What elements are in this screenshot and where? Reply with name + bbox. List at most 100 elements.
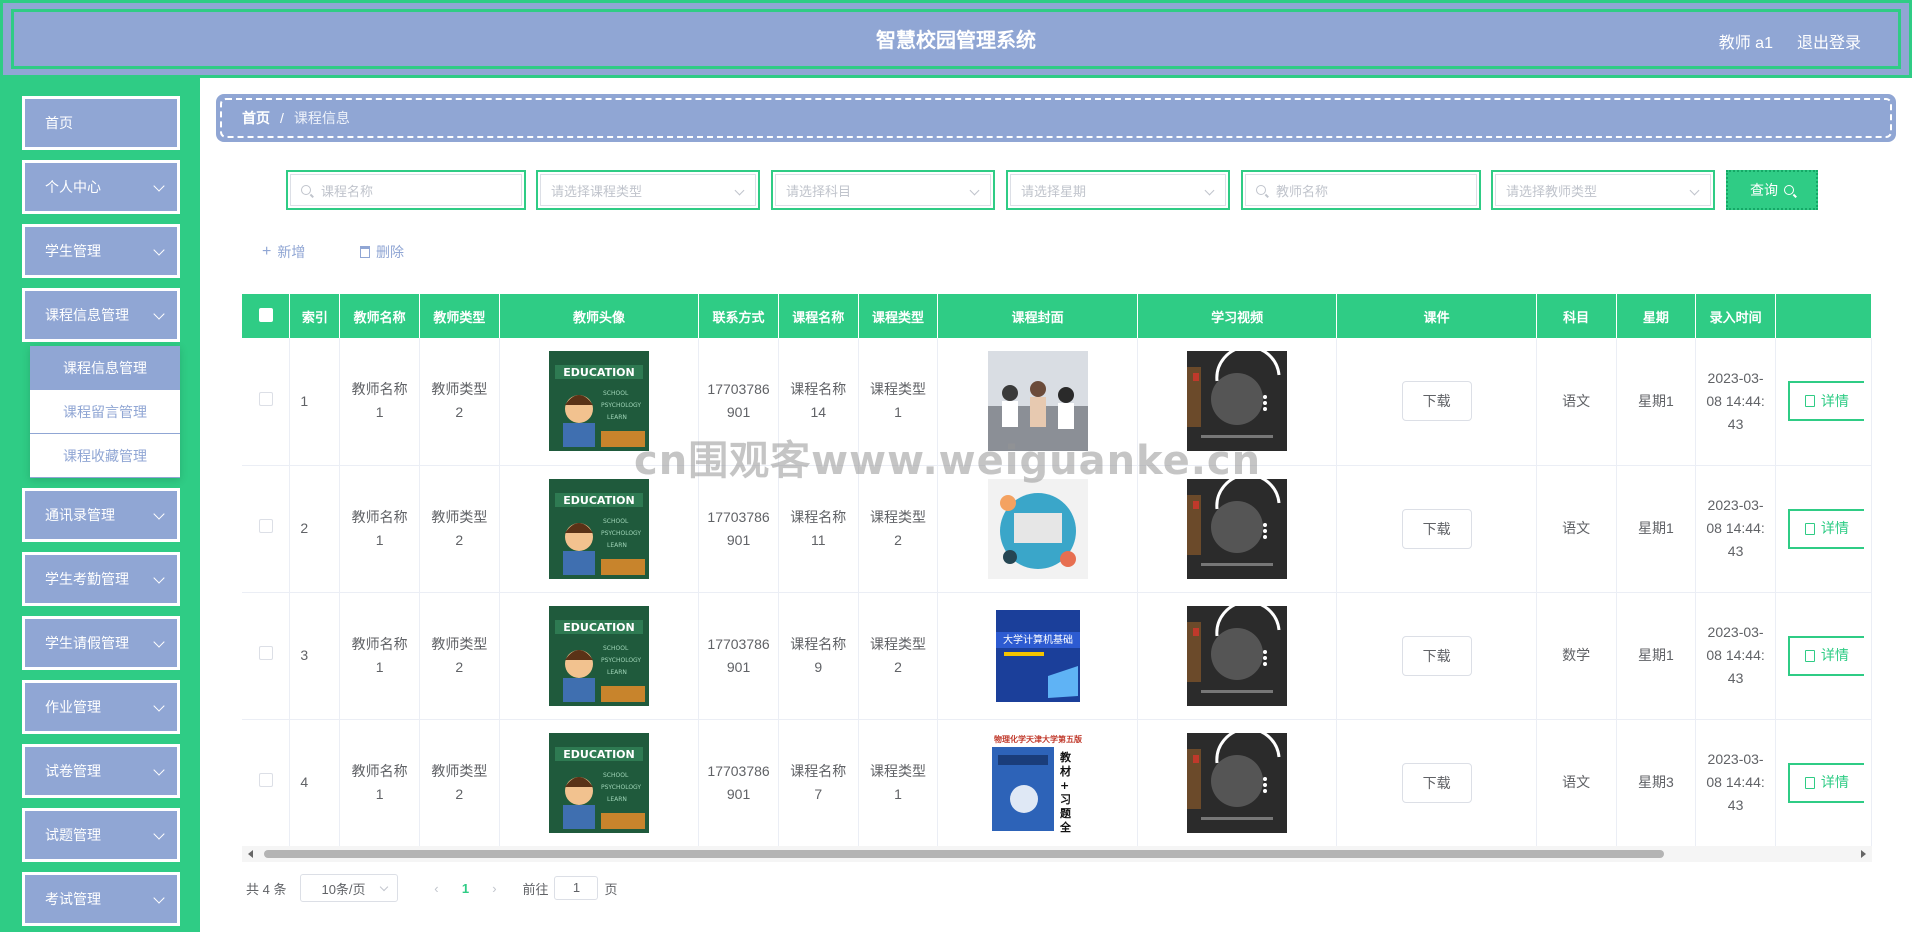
course-type-select[interactable]: 请选择课程类型 (536, 170, 760, 210)
course-name-search[interactable]: 课程名称 (286, 170, 526, 210)
page-size-select[interactable]: 10条/页 (300, 874, 399, 902)
select-all-checkbox[interactable] (258, 307, 273, 322)
svg-text:PSYCHOLOGY: PSYCHOLOGY (601, 784, 641, 791)
cell-study-video[interactable] (1137, 465, 1338, 593)
download-button[interactable]: 下载 (1401, 381, 1472, 422)
document-icon (1804, 649, 1815, 662)
cell-course-type: 课程类型1 (858, 338, 939, 466)
sidebar-item-students[interactable]: 学生管理 (22, 224, 180, 278)
sidebar-item-home[interactable]: 首页 (22, 96, 180, 150)
course-type-placeholder: 请选择课程类型 (551, 183, 643, 199)
study-video-thumbnail[interactable] (1187, 351, 1288, 452)
svg-text:SCHOOL: SCHOOL (603, 772, 629, 779)
row-checkbox[interactable] (258, 646, 273, 660)
cell-actions: 详情 (1775, 592, 1872, 720)
goto-input[interactable]: 1 (554, 876, 599, 900)
scroll-right-icon[interactable] (1861, 850, 1866, 858)
scroll-left-icon[interactable] (248, 850, 253, 858)
sidebar-item-label: 学生管理 (45, 243, 101, 259)
teacher-type-select[interactable]: 请选择教师类型 (1491, 170, 1715, 210)
select-all-cell[interactable] (242, 294, 291, 338)
cell-study-video[interactable] (1137, 338, 1338, 466)
sidebar-item-course-info[interactable]: 课程信息管理 (22, 288, 180, 342)
submenu-item-course-info[interactable]: 课程信息管理 (30, 346, 180, 390)
chevron-down-icon (1689, 185, 1700, 196)
row-select-cell[interactable] (242, 719, 291, 847)
study-video-thumbnail[interactable] (1187, 605, 1288, 706)
sidebar-item-questions[interactable]: 试题管理 (22, 808, 180, 862)
svg-text:LEARN: LEARN (607, 669, 627, 676)
sidebar-item-exams[interactable]: 考试管理 (22, 872, 180, 926)
submenu-item-course-favorites[interactable]: 课程收藏管理 (30, 434, 180, 478)
cell-course-name: 课程名称14 (778, 338, 859, 466)
detail-button[interactable]: 详情 (1787, 508, 1864, 549)
delete-label: 删除 (376, 244, 404, 260)
goto-label: 前往 (522, 881, 549, 897)
sidebar-item-label: 学生考勤管理 (45, 571, 129, 587)
next-page-icon[interactable]: › (480, 881, 508, 896)
sidebar-item-contacts[interactable]: 通讯录管理 (22, 488, 180, 542)
chevron-down-icon (153, 764, 165, 776)
plus-icon: + (262, 243, 272, 260)
row-select-cell[interactable] (242, 338, 291, 466)
chevron-down-icon (1204, 185, 1215, 196)
sidebar-item-papers[interactable]: 试卷管理 (22, 744, 180, 798)
prev-page-icon[interactable]: ‹ (422, 881, 450, 896)
sidebar-item-attendance[interactable]: 学生考勤管理 (22, 552, 180, 606)
cell-study-video[interactable] (1137, 592, 1338, 720)
download-button[interactable]: 下载 (1401, 762, 1472, 803)
download-button[interactable]: 下载 (1401, 635, 1472, 676)
page-number[interactable]: 1 (450, 881, 480, 896)
scrollbar-thumb[interactable] (264, 850, 1664, 858)
study-video-thumbnail[interactable] (1187, 732, 1288, 833)
cell-teacher-name: 教师名称1 (339, 465, 420, 593)
svg-text:材: 材 (1060, 764, 1071, 778)
trash-icon (360, 246, 370, 258)
svg-text:LEARN: LEARN (607, 414, 627, 421)
row-select-cell[interactable] (242, 592, 291, 720)
study-video-thumbnail[interactable] (1187, 478, 1288, 579)
sidebar-item-label: 通讯录管理 (45, 507, 115, 523)
download-button[interactable]: 下载 (1401, 508, 1472, 549)
cell-phone: 17703786901 (698, 592, 779, 720)
top-header: 智慧校园管理系统 教师 a1 退出登录 (0, 0, 1912, 78)
detail-button[interactable]: 详情 (1787, 635, 1864, 676)
document-icon (1804, 395, 1815, 408)
cell-phone: 17703786901 (698, 465, 779, 593)
teacher-type-placeholder: 请选择教师类型 (1506, 183, 1598, 199)
teacher-name-search[interactable]: 教师名称 (1241, 170, 1481, 210)
query-button[interactable]: 查询 (1726, 170, 1818, 210)
breadcrumb-home[interactable]: 首页 (242, 108, 270, 128)
goto-unit: 页 (604, 881, 618, 897)
breadcrumb-bar: 首页 / 课程信息 (216, 94, 1896, 142)
row-checkbox[interactable] (258, 519, 273, 533)
sidebar-item-leave[interactable]: 学生请假管理 (22, 616, 180, 670)
sidebar-item-homework[interactable]: 作业管理 (22, 680, 180, 734)
detail-button[interactable]: 详情 (1787, 381, 1864, 422)
row-select-cell[interactable] (242, 465, 291, 593)
sidebar-item-label: 课程信息管理 (45, 307, 129, 323)
add-button[interactable]: + 新增 (262, 242, 305, 262)
cell-courseware: 下载 (1336, 338, 1537, 466)
svg-text:教: 教 (1059, 750, 1072, 764)
sidebar-item-personal[interactable]: 个人中心 (22, 160, 180, 214)
horizontal-scrollbar[interactable] (242, 846, 1872, 862)
row-checkbox[interactable] (258, 773, 273, 787)
delete-button[interactable]: 删除 (360, 242, 404, 262)
col-header: 课程封面 (937, 294, 1138, 338)
weekday-select[interactable]: 请选择星期 (1006, 170, 1230, 210)
subject-select[interactable]: 请选择科目 (771, 170, 995, 210)
sidebar-item-label: 试卷管理 (45, 763, 101, 779)
cell-study-video[interactable] (1137, 719, 1338, 847)
svg-text:PSYCHOLOGY: PSYCHOLOGY (601, 657, 641, 664)
logout-button[interactable]: 退出登录 (1797, 29, 1861, 53)
cell-actions: 详情 (1775, 338, 1872, 466)
detail-button[interactable]: 详情 (1787, 762, 1864, 803)
submenu-item-course-messages[interactable]: 课程留言管理 (30, 390, 180, 434)
user-name[interactable]: 教师 a1 (1719, 29, 1773, 53)
breadcrumb: 首页 / 课程信息 (220, 98, 1892, 138)
row-checkbox[interactable] (258, 391, 273, 406)
svg-text:SCHOOL: SCHOOL (603, 645, 629, 652)
svg-text:EDUCATION: EDUCATION (563, 748, 634, 761)
teacher-avatar-image: EDUCATION SCHOOL PSYCHOLOGY LEARN (548, 478, 649, 579)
